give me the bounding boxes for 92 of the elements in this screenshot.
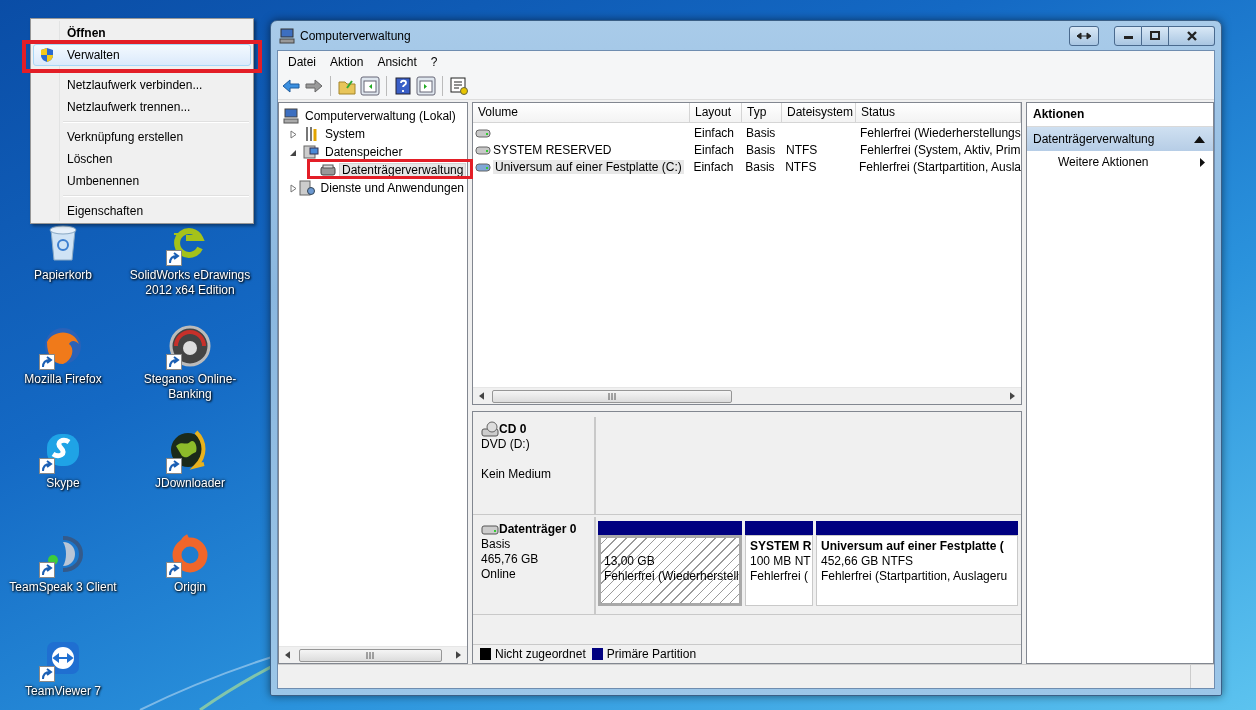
menu-item[interactable]: Netzlaufwerk verbinden...: [33, 74, 251, 96]
expand-icon[interactable]: [289, 183, 298, 193]
computer-icon: [283, 108, 299, 124]
tree-item[interactable]: System: [322, 127, 368, 141]
tree-item[interactable]: Computerverwaltung (Lokal): [302, 109, 459, 123]
disk-type: Basis: [481, 537, 512, 552]
menu-item[interactable]: Öffnen: [33, 22, 251, 44]
tools-icon: [303, 126, 319, 142]
minimize-button[interactable]: [1114, 25, 1142, 46]
menu-item[interactable]: Umbenennen: [33, 170, 251, 192]
table-cell: Basis: [745, 159, 775, 174]
properties-icon[interactable]: [449, 75, 469, 96]
tree-item[interactable]: Datenträgerverwaltung: [339, 163, 467, 177]
table-cell: Basis: [746, 125, 776, 140]
partition-status: Fehlerfrei (: [750, 569, 808, 584]
table-cell[interactable]: Universum auf einer Festplatte (C:): [493, 159, 684, 174]
column-header[interactable]: Layout: [690, 103, 742, 123]
cd-drive-icon: [481, 421, 499, 437]
tree-item[interactable]: Dienste und Anwendungen: [317, 181, 467, 195]
disk-name: CD 0: [499, 421, 527, 437]
menu-item[interactable]: Löschen: [33, 148, 251, 170]
table-cell: Einfach: [694, 142, 735, 157]
partition-block[interactable]: Universum auf einer Festplatte ( 452,66 GB NTFS Fehlerfrei (Startpartition, Auslageru: [816, 535, 1018, 606]
desktop-icon-label[interactable]: Mozilla Firefox: [1, 372, 125, 387]
desktop-icon-label[interactable]: JDownloader: [128, 476, 252, 491]
desktop-icon-label[interactable]: Skype: [1, 476, 125, 491]
computer-management-icon: [279, 27, 295, 44]
menu-bar-item[interactable]: Ansicht: [370, 54, 424, 69]
partition-status: Fehlerfrei (Wiederherstell: [604, 569, 736, 584]
desktop-icon-label[interactable]: Origin: [128, 580, 252, 595]
drive-icon: [475, 143, 491, 156]
disk-name: Datenträger 0: [499, 521, 577, 537]
table-cell: NTFS: [785, 159, 817, 174]
table-cell: Fehlerfrei (Startpartition, Ausla: [858, 159, 1021, 174]
tree-item[interactable]: Datenspeicher: [322, 145, 406, 159]
column-header[interactable]: Status: [856, 103, 1021, 123]
drive-icon: [475, 126, 491, 139]
maximize-button[interactable]: [1142, 25, 1169, 46]
table-cell: Einfach: [694, 125, 735, 140]
table-cell: Fehlerfrei (Wiederherstellungs: [860, 125, 1021, 140]
menu-item[interactable]: Verwalten: [33, 44, 251, 66]
menu-item[interactable]: Netzlaufwerk trennen...: [33, 96, 251, 118]
menu-item[interactable]: Eigenschaften: [33, 200, 251, 222]
partition-size: 452,66 GB NTFS: [821, 554, 915, 569]
submenu-arrow-icon: [1200, 157, 1205, 167]
pane-toggle-icon[interactable]: [416, 75, 436, 96]
partition-block[interactable]: 13,00 GB Fehlerfrei (Wiederherstell: [598, 535, 742, 606]
disk-drive-icon: [320, 162, 336, 178]
close-button[interactable]: [1169, 25, 1215, 46]
desktop-icon-label[interactable]: TeamSpeak 3 Client: [1, 580, 125, 595]
partition-name: Universum auf einer Festplatte (: [821, 539, 1005, 554]
disk-status: Online: [481, 567, 517, 582]
disk-size: 465,76 GB: [481, 552, 540, 567]
partition-size: 13,00 GB: [604, 554, 656, 569]
desktop-icon-label[interactable]: SolidWorks eDrawings 2012 x64 Edition: [128, 268, 252, 298]
column-header[interactable]: Typ: [742, 103, 782, 123]
scrollbar-thumb[interactable]: [299, 648, 442, 662]
close-icon: [1186, 30, 1197, 41]
legend-label: Nicht zugeordnet: [495, 647, 586, 661]
resize-button[interactable]: [1069, 25, 1099, 46]
table-cell: Einfach: [693, 159, 734, 174]
legend-label: Primäre Partition: [606, 647, 697, 661]
column-header[interactable]: Volume: [473, 103, 690, 123]
disk-type: DVD (D:): [481, 437, 531, 452]
disk-status: Kein Medium: [481, 467, 553, 482]
services-icon: [298, 180, 315, 196]
partition-block[interactable]: SYSTEM R 100 MB NT Fehlerfrei (: [745, 535, 813, 606]
drive-icon: [475, 160, 491, 173]
desktop-icon-label[interactable]: Steganos Online-Banking: [128, 372, 252, 402]
window-title: Computerverwaltung: [300, 28, 412, 43]
help-icon[interactable]: [393, 75, 413, 96]
expand-icon[interactable]: [289, 129, 298, 139]
table-cell: Basis: [746, 142, 776, 157]
menu-bar-item[interactable]: Aktion: [323, 54, 371, 69]
shield-icon: [39, 47, 55, 63]
action-item[interactable]: Weitere Aktionen: [1027, 151, 1213, 173]
partition-status: Fehlerfrei (Startpartition, Auslageru: [821, 569, 1009, 584]
pane-toggle-icon[interactable]: [360, 75, 380, 96]
actions-section-header[interactable]: Datenträgerverwaltung: [1027, 127, 1213, 151]
table-cell[interactable]: SYSTEM RESERVED: [493, 142, 612, 157]
table-cell: Fehlerfrei (System, Aktiv, Prim: [860, 142, 1021, 157]
menu-bar-item[interactable]: ?: [423, 54, 445, 69]
storage-icon: [303, 144, 319, 160]
table-cell: NTFS: [786, 142, 818, 157]
menu-item[interactable]: Verknüpfung erstellen: [33, 126, 251, 148]
desktop-icon-label[interactable]: TeamViewer 7: [1, 684, 125, 699]
column-header[interactable]: Dateisystem: [782, 103, 856, 123]
scrollbar-thumb[interactable]: [492, 389, 732, 403]
maximize-icon: [1150, 31, 1160, 40]
double-arrow-icon: [1076, 31, 1092, 40]
desktop-icon-label[interactable]: Papierkorb: [1, 268, 125, 283]
menu-bar-item[interactable]: Datei: [281, 54, 323, 69]
